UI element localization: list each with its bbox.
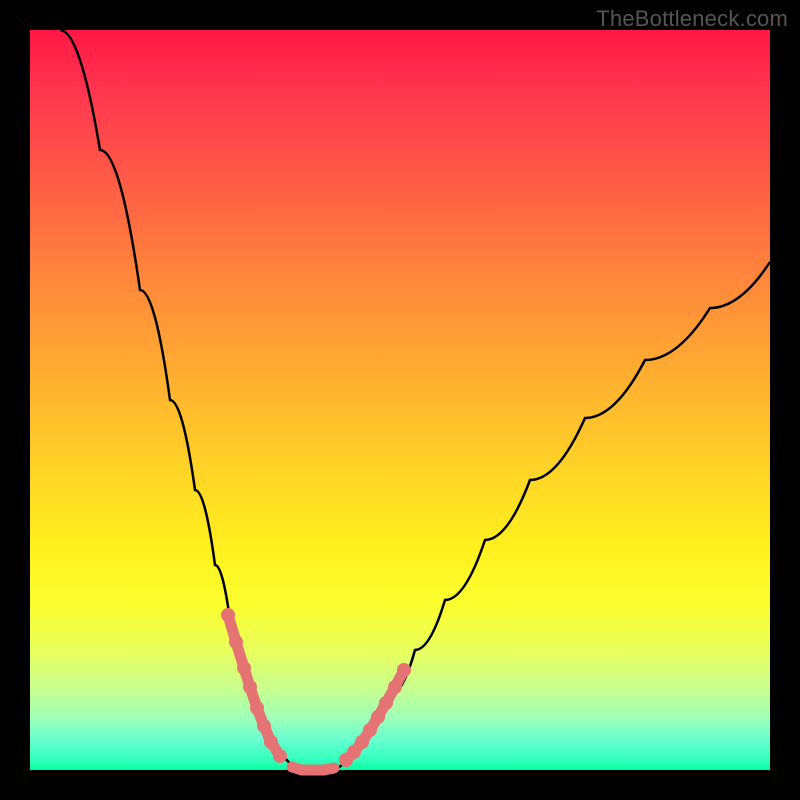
marker-dot: [308, 765, 318, 775]
marker-dot: [397, 663, 411, 677]
curve-group: [60, 30, 770, 770]
chart-svg: [30, 30, 770, 770]
marker-dot: [250, 701, 264, 715]
marker-dot: [371, 710, 385, 724]
watermark-text: TheBottleneck.com: [596, 6, 788, 32]
marker-dot: [379, 696, 393, 710]
marker-dot: [273, 749, 287, 763]
marker-dot: [264, 735, 278, 749]
marker-dot: [388, 680, 402, 694]
marker-dot: [257, 719, 271, 733]
curve-curve-left: [60, 30, 302, 770]
marker-dot: [297, 765, 307, 775]
marker-dot: [363, 723, 377, 737]
marker-dot: [355, 735, 369, 749]
marker-dot: [287, 762, 297, 772]
marker-dot: [243, 680, 257, 694]
marker-dot: [319, 765, 329, 775]
marker-dot: [221, 608, 235, 622]
marker-dot: [237, 661, 251, 675]
marker-dot: [229, 635, 243, 649]
marker-dot: [329, 763, 339, 773]
marker-group: [221, 608, 411, 775]
